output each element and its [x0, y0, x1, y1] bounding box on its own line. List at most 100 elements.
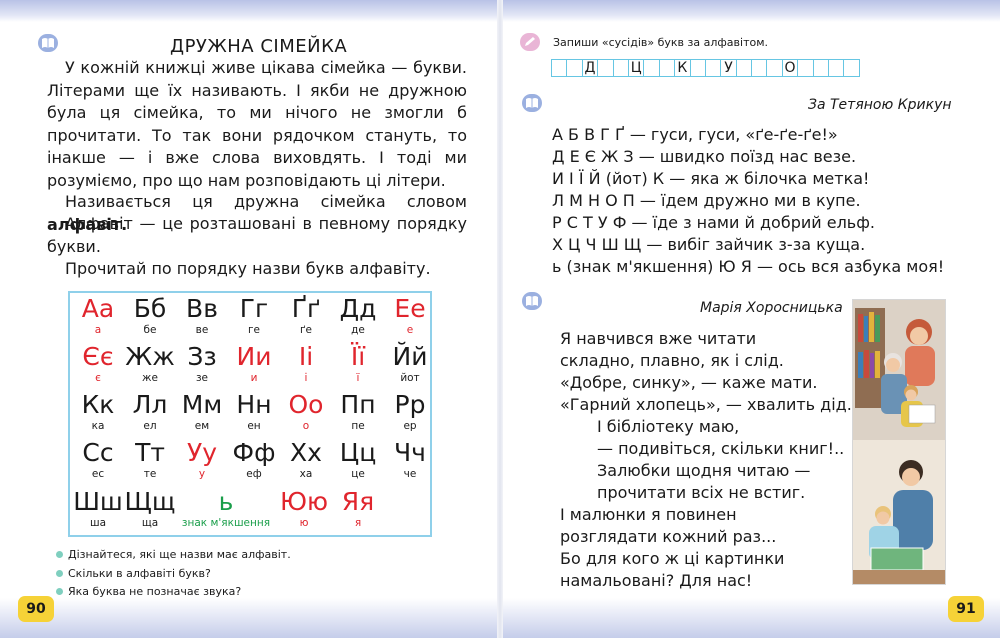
- letter-grid-cell[interactable]: [828, 59, 845, 77]
- alphabet-letter-cell: Фф еф: [228, 439, 280, 481]
- letter-glyph: Уу: [186, 438, 218, 467]
- letter-grid-cell[interactable]: [843, 59, 860, 77]
- letter-name: еф: [246, 468, 262, 480]
- letter-glyph: Рр: [394, 390, 426, 419]
- question-item: Скільки в алфавіті букв?: [56, 567, 211, 581]
- bullet-dot: [56, 570, 63, 577]
- letter-grid-cell[interactable]: [735, 59, 753, 77]
- letter-glyph: Бб: [133, 294, 167, 323]
- verse-line: Р С Т У Ф — їде з нами й добрий ельф.: [552, 213, 875, 232]
- letter-grid-cell[interactable]: [566, 59, 583, 77]
- letter-glyph: Йй: [392, 342, 428, 371]
- letter-glyph: Лл: [132, 390, 168, 419]
- poem-line: прочитати всіх не встиг.: [597, 483, 806, 502]
- alphabet-letter-cell: Іі і: [280, 343, 332, 385]
- letter-name: о: [302, 420, 310, 432]
- alphabet-letter-cell: Шш ша: [72, 488, 124, 530]
- letter-grid-cell[interactable]: Д: [581, 59, 599, 77]
- letter-name: де: [351, 324, 365, 336]
- book-icon: [522, 94, 542, 112]
- book-icon: [38, 34, 58, 52]
- letter-grid-cell[interactable]: [797, 59, 814, 77]
- poem-line: Залюбки щодня читаю —: [597, 461, 811, 480]
- definition-paragraph: Алфавіт — це розташовані в певному поряд…: [47, 214, 467, 256]
- intro-paragraph: У кожній книжці живе цікава сімейка — бу…: [47, 58, 467, 190]
- letter-glyph: Вв: [186, 294, 218, 323]
- alphabet-letter-cell: Аа а: [72, 295, 124, 337]
- letter-grid-cell[interactable]: [643, 59, 660, 77]
- task-text: Запиши «сусідів» букв за алфавітом.: [553, 36, 768, 49]
- letter-glyph: Юю: [279, 487, 329, 516]
- letter-name: ве: [195, 324, 209, 336]
- letter-glyph: Зз: [187, 342, 217, 371]
- letter-glyph: Ґґ: [291, 294, 321, 323]
- letter-name: йот: [400, 372, 420, 384]
- letter-name: це: [351, 468, 365, 480]
- alphabet-letter-cell: Гг ге: [228, 295, 280, 337]
- alphabet-letter-cell: Рр ер: [384, 391, 436, 433]
- letter-grid-cell[interactable]: [689, 59, 706, 77]
- letter-grid-cell[interactable]: [766, 59, 783, 77]
- verse-line: Л М Н О П — їдем дружно ми в купе.: [552, 191, 861, 210]
- poem-line: Бо для кого ж ці картинки: [560, 549, 785, 568]
- letter-glyph: Дд: [339, 294, 377, 323]
- letter-name: ґе: [300, 324, 312, 336]
- letter-grid-cell[interactable]: [597, 59, 614, 77]
- verse-line: А Б В Г Ґ — гуси, гуси, «ґе-ґе-ґе!»: [552, 125, 838, 144]
- letter-glyph: Чч: [394, 438, 426, 467]
- letter-name: ге: [248, 324, 260, 336]
- letter-glyph: Іі: [298, 342, 314, 371]
- letter-glyph: Єє: [82, 342, 114, 371]
- letter-glyph: Ии: [236, 342, 272, 371]
- letter-name: ка: [91, 420, 105, 432]
- letter-grid-cell[interactable]: К: [674, 59, 691, 77]
- letter-name: ща: [141, 517, 159, 529]
- letter-grid-cell[interactable]: [612, 59, 629, 77]
- alphabet-letter-cell: Тт те: [124, 439, 176, 481]
- letter-grid-cell[interactable]: У: [720, 59, 737, 77]
- poem-line: «Гарний хлопець», — хвалить дід.: [560, 395, 852, 414]
- alphabet-letter-cell: Нн ен: [228, 391, 280, 433]
- letter-glyph: Мм: [181, 390, 223, 419]
- alphabet-letter-cell: Мм ем: [176, 391, 228, 433]
- alphabet-letter-cell: Цц це: [332, 439, 384, 481]
- verse-line: Х Ц Ч Ш Щ — вибіг зайчик з-за куща.: [552, 235, 866, 254]
- letter-glyph: Гг: [239, 294, 269, 323]
- poem-line: складно, плавно, як і слід.: [560, 351, 784, 370]
- letter-glyph: Жж: [125, 342, 175, 371]
- letter-grid-cell[interactable]: [812, 59, 830, 77]
- letter-grid-cell[interactable]: [704, 59, 722, 77]
- alphabet-letter-cell: Ее е: [384, 295, 436, 337]
- poem-line: Я навчився вже читати: [560, 329, 757, 348]
- letter-name: е: [406, 324, 414, 336]
- letter-glyph: Оо: [288, 390, 324, 419]
- alphabet-letter-cell: Яя я: [332, 488, 384, 530]
- letter-grid: ДЦКУО: [551, 59, 860, 77]
- alphabet-letter-cell: Чч че: [384, 439, 436, 481]
- letter-grid-cell[interactable]: [751, 59, 768, 77]
- letter-grid-cell[interactable]: О: [781, 59, 799, 77]
- page-number-right: 91: [948, 596, 984, 622]
- letter-grid-cell[interactable]: [551, 59, 568, 77]
- letter-name: ем: [194, 420, 210, 432]
- page-number-left: 90: [18, 596, 54, 622]
- alphabet-letter-cell: Лл ел: [124, 391, 176, 433]
- letter-grid-cell[interactable]: [658, 59, 676, 77]
- alphabet-letter-cell: Її ї: [332, 343, 384, 385]
- letter-grid-cell[interactable]: Ц: [627, 59, 645, 77]
- letter-name: я: [354, 517, 362, 529]
- letter-name: знак м'якшення: [181, 517, 271, 529]
- letter-glyph: Її: [350, 342, 366, 371]
- alphabet-letter-cell: Оо о: [280, 391, 332, 433]
- letter-glyph: Сс: [82, 438, 114, 467]
- bullet-dot: [56, 588, 63, 595]
- verse-author: За Тетяною Крикун: [808, 97, 952, 113]
- letter-name: ша: [89, 517, 107, 529]
- alphabet-letter-cell: Уу у: [176, 439, 228, 481]
- letter-glyph: ь: [218, 487, 234, 516]
- alphabet-letter-cell: Пп пе: [332, 391, 384, 433]
- alphabet-letter-cell: Ґґ ґе: [280, 295, 332, 337]
- poem-line: намальовані? Для нас!: [560, 571, 753, 590]
- family-reading-illustration: [852, 299, 946, 585]
- verse-line: Д Е Є Ж З — швидко поїзд нас везе.: [552, 147, 857, 166]
